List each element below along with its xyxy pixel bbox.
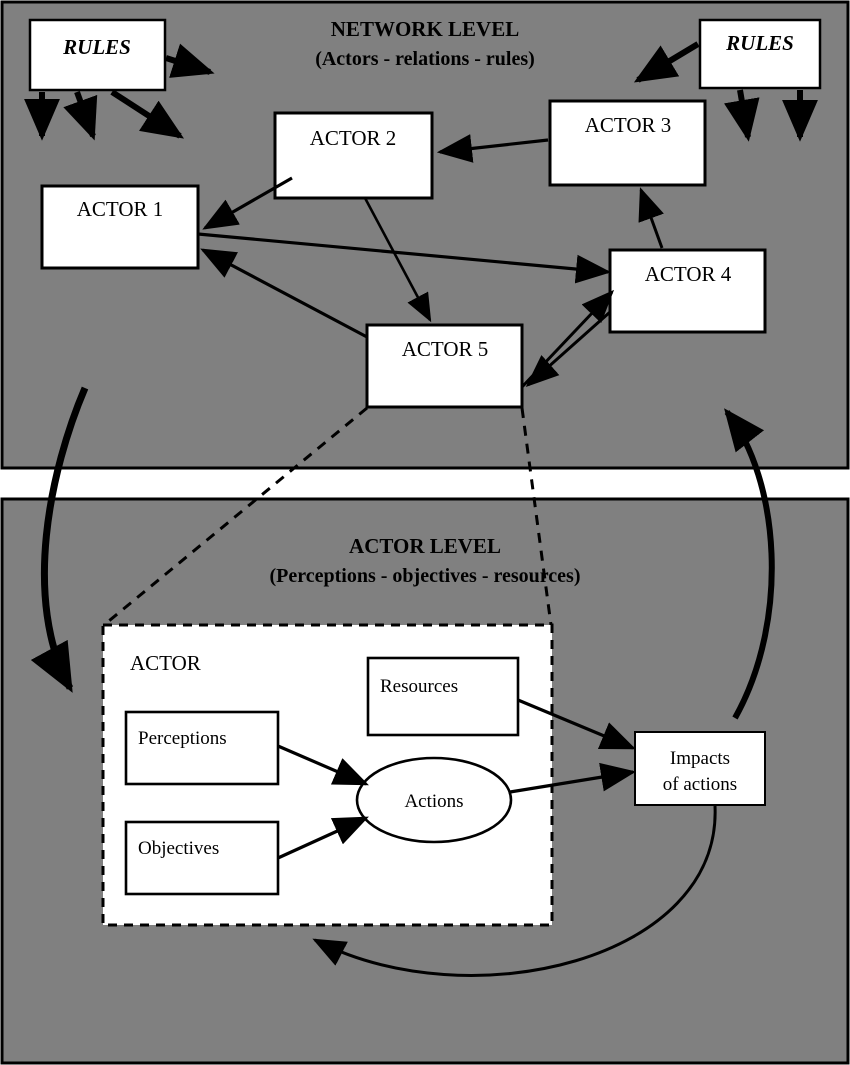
actor-detail-caption: ACTOR (130, 651, 201, 675)
network-level-title: NETWORK LEVEL (331, 17, 519, 41)
rules-left-label: RULES (62, 35, 131, 59)
impacts-of-actions-box: Impacts of actions (634, 731, 766, 806)
actor4-label: ACTOR 4 (645, 262, 732, 286)
objectives-label: Objectives (138, 838, 219, 859)
actor-box-actor4: ACTOR 4 (608, 248, 767, 334)
actor-box-actor5: ACTOR 5 (365, 323, 524, 409)
perceptions-label: Perceptions (138, 728, 227, 749)
actions-ellipse: Actions (355, 756, 513, 844)
actor-level-title: ACTOR LEVEL (349, 534, 501, 558)
actor5-label: ACTOR 5 (402, 337, 489, 361)
rules-box-left: RULES (28, 18, 167, 92)
actor-box-actor3: ACTOR 3 (548, 99, 707, 187)
actor-level-subtitle: (Perceptions - objectives - resources) (269, 565, 580, 587)
rules-right-label: RULES (725, 31, 794, 55)
objectives-box: Objectives (124, 820, 280, 896)
diagram-canvas: NETWORK LEVEL (Actors - relations - rule… (0, 0, 850, 1065)
policy-network-diagram: NETWORK LEVEL (Actors - relations - rule… (0, 0, 850, 1065)
resources-label: Resources (380, 676, 458, 697)
network-level-subtitle: (Actors - relations - rules) (315, 48, 535, 70)
impacts-label-line1: Impacts (670, 748, 730, 769)
level-divider (2, 466, 848, 501)
actor-box-actor2: ACTOR 2 (273, 111, 434, 200)
actor3-label: ACTOR 3 (585, 113, 672, 137)
actor2-label: ACTOR 2 (310, 126, 397, 150)
impacts-label-line2: of actions (663, 774, 737, 795)
actions-label: Actions (404, 791, 463, 812)
actor-box-actor1: ACTOR 1 (40, 184, 200, 270)
resources-box: Resources (366, 656, 520, 737)
rules-box-right: RULES (698, 18, 822, 90)
actor1-label: ACTOR 1 (77, 197, 164, 221)
perceptions-box: Perceptions (124, 710, 280, 786)
